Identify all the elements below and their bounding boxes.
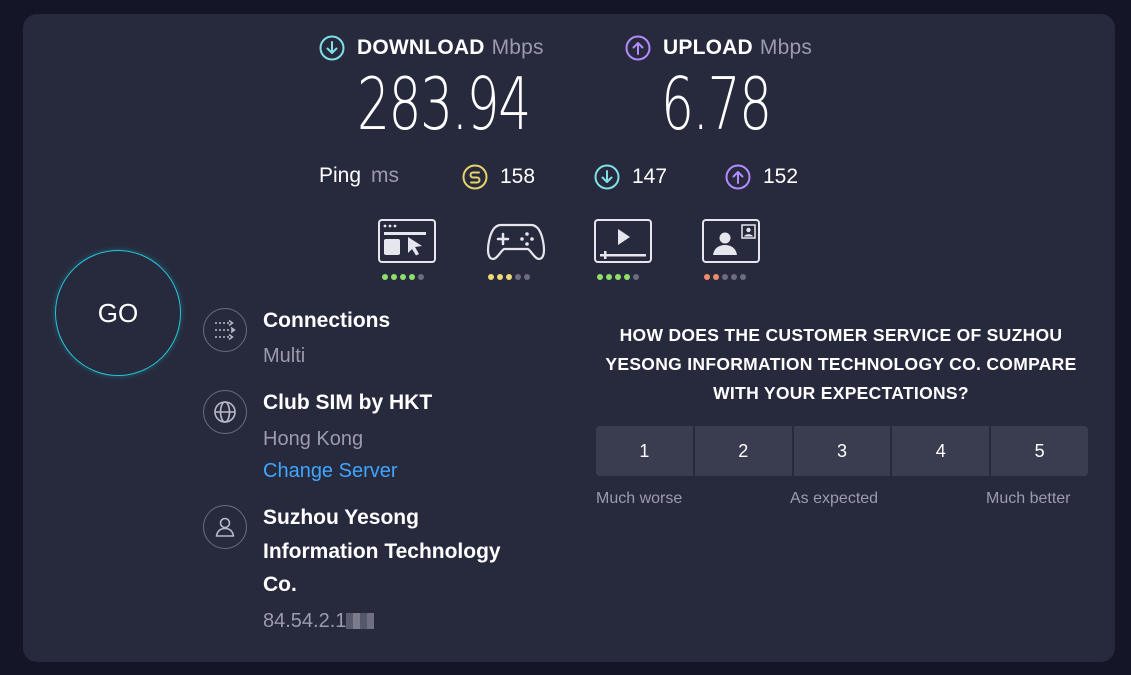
ping-download[interactable]: 147	[594, 164, 667, 190]
provider-user-icon	[203, 505, 247, 549]
rating-dot-empty	[731, 274, 737, 280]
server-globe-icon	[203, 390, 247, 434]
survey-question: HOW DOES THE CUSTOMER SERVICE OF SUZHOU …	[591, 321, 1091, 408]
upload-value: 6.78	[661, 62, 772, 146]
quality-rating-dots	[704, 274, 760, 280]
download-label: DOWNLOAD	[357, 36, 485, 59]
rating-dot-filled	[606, 274, 612, 280]
survey-question-line3: WITH YOUR EXPECTATIONS?	[713, 383, 969, 403]
connections-title: Connections	[263, 309, 391, 332]
multi-connection-icon	[215, 319, 236, 341]
ping-download-value: 147	[632, 165, 668, 188]
upload-header: UPLOAD Mbps	[625, 35, 812, 61]
rating-dot-filled	[409, 274, 415, 280]
ping-idle[interactable]: 158	[462, 164, 535, 190]
provider-name-line2: Information Technology	[263, 540, 501, 563]
quality-rating-dots	[382, 274, 436, 280]
survey-question-line2: YESONG INFORMATION TECHNOLOGY CO. COMPAR…	[605, 354, 1077, 374]
rating-option-2[interactable]: 2	[694, 426, 792, 476]
provider-ip: 84.54.2.1	[263, 610, 347, 632]
browsing-icon	[378, 219, 436, 263]
provider-name-line1: Suzhou Yesong	[263, 506, 419, 529]
download-latency-icon	[594, 164, 620, 190]
download-icon	[319, 35, 345, 61]
rating-dot-empty	[740, 274, 746, 280]
quality-rating-dots	[488, 274, 547, 280]
ping-idle-value: 158	[500, 165, 536, 188]
rating-dot-filled	[391, 274, 397, 280]
provider-name-line3: Co.	[263, 573, 297, 596]
server-name: Club SIM by HKT	[263, 391, 433, 414]
quality-video-call[interactable]	[702, 219, 760, 280]
quality-streaming[interactable]	[594, 219, 652, 280]
rating-dot-filled	[382, 274, 388, 280]
ping-label: Ping	[319, 164, 362, 187]
ip-redaction-mask	[346, 613, 375, 629]
download-header: DOWNLOAD Mbps	[319, 35, 544, 61]
rating-dot-filled	[704, 274, 710, 280]
rating-option-4[interactable]: 4	[892, 426, 990, 476]
video-call-icon	[702, 219, 760, 263]
ping-upload-value: 152	[763, 165, 799, 188]
video-streaming-icon	[594, 219, 652, 263]
rating-dot-empty	[524, 274, 530, 280]
ping-unit: ms	[371, 164, 400, 187]
rating-dot-empty	[418, 274, 424, 280]
quality-gaming[interactable]	[485, 219, 547, 280]
rating-dot-empty	[515, 274, 521, 280]
rating-dot-filled	[400, 274, 406, 280]
ping-label-group: Ping ms	[319, 164, 399, 188]
download-unit: Mbps	[491, 36, 544, 59]
ping-upload[interactable]: 152	[725, 164, 798, 190]
rating-dot-empty	[722, 274, 728, 280]
user-icon	[215, 517, 235, 537]
rating-option-3[interactable]: 3	[793, 426, 891, 476]
survey-question-line1: HOW DOES THE CUSTOMER SERVICE OF SUZHOU	[619, 325, 1063, 345]
rating-dot-empty	[633, 274, 639, 280]
survey-rating-scale: 1 2 3 4 5	[596, 426, 1088, 476]
gaming-controller-icon	[486, 223, 546, 261]
rating-dot-filled	[488, 274, 494, 280]
scale-low-label: Much worse	[596, 490, 683, 507]
scale-high-label: Much better	[986, 490, 1071, 507]
results-card: DOWNLOAD Mbps 283.94 UPLOAD Mbps 6.78 Pi…	[23, 14, 1115, 662]
idle-latency-icon	[462, 164, 488, 190]
change-server-link[interactable]: Change Server	[263, 460, 398, 483]
rating-dot-filled	[624, 274, 630, 280]
rating-dot-filled	[506, 274, 512, 280]
provider-ip-group: 84.54.2.1	[263, 610, 375, 633]
download-value: 283.94	[357, 62, 531, 146]
rating-dot-filled	[713, 274, 719, 280]
quality-browsing[interactable]	[378, 219, 436, 280]
upload-label: UPLOAD	[663, 36, 753, 59]
rating-option-5[interactable]: 5	[991, 426, 1088, 476]
globe-icon	[214, 401, 236, 423]
go-button[interactable]: GO	[55, 250, 181, 376]
server-location: Hong Kong	[263, 428, 364, 450]
rating-option-1[interactable]: 1	[596, 426, 693, 476]
quality-rating-dots	[597, 274, 652, 280]
upload-unit: Mbps	[759, 36, 813, 59]
rating-dot-filled	[615, 274, 621, 280]
connections-icon[interactable]	[203, 308, 247, 352]
upload-latency-icon	[725, 164, 751, 190]
rating-dot-filled	[497, 274, 503, 280]
rating-dot-filled	[597, 274, 603, 280]
connections-value: Multi	[263, 345, 306, 367]
scale-mid-label: As expected	[790, 490, 879, 507]
upload-icon	[625, 35, 651, 61]
